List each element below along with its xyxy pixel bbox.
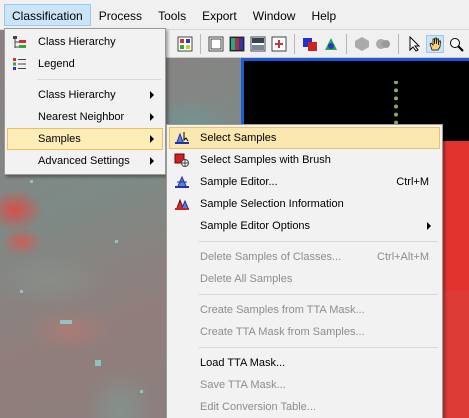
image-detail: [60, 320, 72, 324]
image-detail: [95, 360, 101, 366]
menu-item-save-tta-mask[interactable]: Save TTA Mask...: [169, 374, 440, 396]
menu-item-class-hierarchy-submenu[interactable]: Class Hierarchy: [7, 84, 163, 106]
image-detail: [30, 180, 33, 183]
menu-item-label: Delete All Samples: [200, 273, 293, 285]
menu-item-sample-editor-options[interactable]: Sample Editor Options: [169, 215, 440, 237]
sample-editor-icon: [174, 175, 190, 189]
class-hierarchy-icon: [12, 35, 28, 49]
toolbar-divider: [294, 33, 295, 54]
menu-item-legend[interactable]: Legend: [7, 53, 163, 75]
menu-item-sample-selection-info[interactable]: Sample Selection Information: [169, 193, 440, 215]
menu-process[interactable]: Process: [91, 4, 150, 26]
single-view-icon[interactable]: [207, 35, 225, 53]
menu-separator: [37, 79, 161, 80]
menu-item-label: Create TTA Mask from Samples...: [200, 326, 365, 338]
submenu-arrow-icon: [150, 113, 154, 121]
menu-item-label: Edit Conversion Table...: [200, 401, 316, 413]
menu-item-label: Sample Editor Options: [200, 220, 311, 232]
menu-item-class-hierarchy-window[interactable]: Class Hierarchy: [7, 31, 163, 53]
menu-item-label: Advanced Settings: [38, 155, 130, 167]
menu-item-nearest-neighbor[interactable]: Nearest Neighbor: [7, 106, 163, 128]
menu-shortcut: Ctrl+M: [396, 176, 429, 188]
menu-item-label: Nearest Neighbor: [38, 111, 125, 123]
menu-item-select-samples-brush[interactable]: Select Samples with Brush: [169, 149, 440, 171]
menu-item-label: Load TTA Mask...: [200, 357, 286, 369]
menu-window[interactable]: Window: [245, 4, 304, 26]
menu-item-label: Class Hierarchy: [38, 36, 116, 48]
polygon-icon[interactable]: [353, 35, 371, 53]
add-view-icon[interactable]: [270, 35, 288, 53]
menu-item-label: Select Samples with Brush: [200, 154, 331, 166]
menu-item-label: Sample Editor...: [200, 176, 278, 188]
menu-tools[interactable]: Tools: [150, 4, 194, 26]
submenu-arrow-icon: [150, 135, 154, 143]
menu-item-label: Legend: [38, 58, 75, 70]
zoom-icon[interactable]: [447, 35, 465, 53]
pan-hand-icon[interactable]: [426, 34, 444, 53]
submenu-arrow-icon: [150, 91, 154, 99]
menu-export[interactable]: Export: [194, 4, 245, 26]
submenu-arrow-icon: [150, 157, 154, 165]
menu-item-select-samples[interactable]: Select Samples: [169, 127, 440, 149]
menu-help[interactable]: Help: [303, 4, 344, 26]
grid-view-icon[interactable]: [176, 35, 194, 53]
menu-item-label: Save TTA Mask...: [200, 379, 286, 391]
menu-item-load-tta-mask[interactable]: Load TTA Mask...: [169, 352, 440, 374]
menu-item-delete-samples-of-classes[interactable]: Delete Samples of Classes... Ctrl+Alt+M: [169, 246, 440, 268]
pointer-icon[interactable]: [405, 35, 423, 53]
menu-item-advanced-settings[interactable]: Advanced Settings: [7, 150, 163, 172]
menu-item-samples[interactable]: Samples: [7, 128, 163, 150]
sample-info-icon: [174, 197, 190, 211]
menu-item-label: Create Samples from TTA Mask...: [200, 304, 365, 316]
menu-item-label: Sample Selection Information: [200, 198, 344, 210]
menubar: Classification Process Tools Export Wind…: [0, 0, 469, 30]
menu-item-label: Class Hierarchy: [38, 89, 116, 101]
image-detail: [140, 390, 143, 393]
menu-separator: [199, 347, 438, 348]
menu-item-label: Select Samples: [200, 132, 277, 144]
menu-shortcut: Ctrl+Alt+M: [377, 251, 429, 263]
toolbar-divider: [200, 33, 201, 54]
layers-icon[interactable]: [301, 35, 319, 53]
menu-item-create-tta-from-samples[interactable]: Create TTA Mask from Samples...: [169, 321, 440, 343]
menu-separator: [199, 241, 438, 242]
samples-submenu: Select Samples Select Samples with Brush…: [166, 124, 443, 418]
classification-menu: Class Hierarchy Legend Class Hierarchy N…: [4, 28, 166, 175]
toolbar: [164, 30, 469, 58]
toolbar-divider: [346, 33, 347, 54]
legend-icon: [12, 57, 28, 71]
menu-item-delete-all-samples[interactable]: Delete All Samples: [169, 268, 440, 290]
split-view-icon[interactable]: [249, 35, 267, 53]
image-detail: [20, 290, 23, 293]
brush-icon: [174, 153, 190, 167]
select-samples-icon: [174, 131, 190, 145]
menu-classification[interactable]: Classification: [4, 3, 91, 26]
menu-item-sample-editor[interactable]: Sample Editor... Ctrl+M: [169, 171, 440, 193]
menu-separator: [199, 294, 438, 295]
menu-item-edit-conversion-table[interactable]: Edit Conversion Table...: [169, 396, 440, 418]
layer-colors-icon[interactable]: [228, 35, 246, 53]
menu-item-label: Delete Samples of Classes...: [200, 251, 342, 263]
menu-item-label: Samples: [38, 133, 81, 145]
toolbar-divider: [398, 33, 399, 54]
polygons-icon[interactable]: [374, 35, 392, 53]
submenu-arrow-icon: [427, 222, 431, 230]
menu-item-create-samples-from-tta[interactable]: Create Samples from TTA Mask...: [169, 299, 440, 321]
classify-objects-icon[interactable]: [322, 35, 340, 53]
image-detail: [115, 240, 118, 243]
